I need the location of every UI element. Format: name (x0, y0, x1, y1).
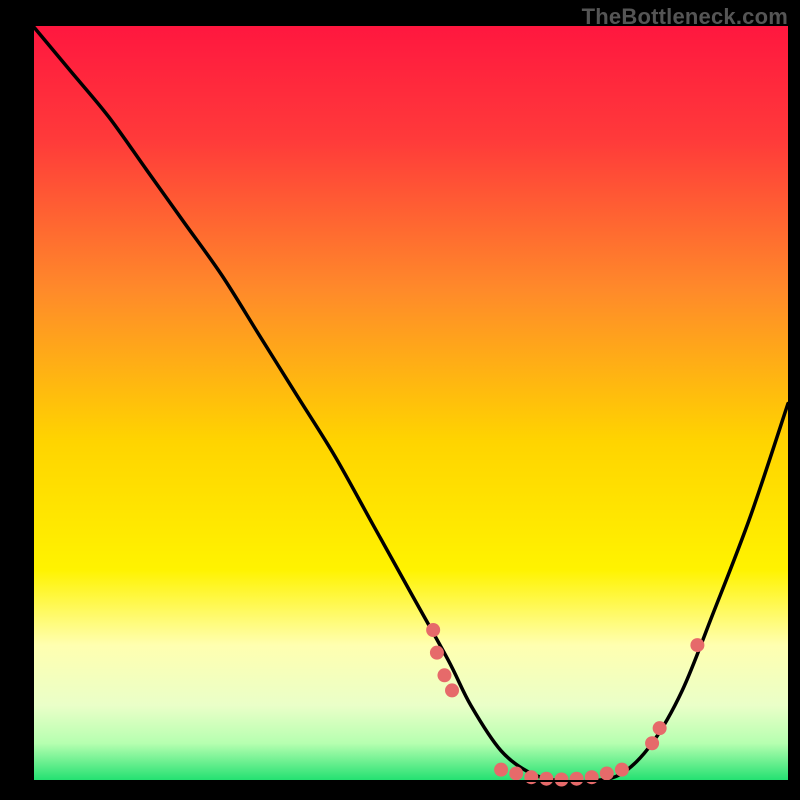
data-marker (570, 772, 584, 786)
watermark-text: TheBottleneck.com (582, 4, 788, 30)
gradient-background (33, 26, 788, 781)
bottleneck-chart (0, 0, 800, 800)
chart-frame: TheBottleneck.com (0, 0, 800, 800)
data-marker (645, 736, 659, 750)
data-marker (585, 770, 599, 784)
data-marker (509, 766, 523, 780)
data-marker (494, 763, 508, 777)
data-marker (426, 623, 440, 637)
data-marker (524, 770, 538, 784)
data-marker (430, 646, 444, 660)
data-marker (445, 683, 459, 697)
data-marker (539, 772, 553, 786)
data-marker (437, 668, 451, 682)
data-marker (653, 721, 667, 735)
data-marker (600, 766, 614, 780)
data-marker (690, 638, 704, 652)
data-marker (555, 772, 569, 786)
data-marker (615, 763, 629, 777)
